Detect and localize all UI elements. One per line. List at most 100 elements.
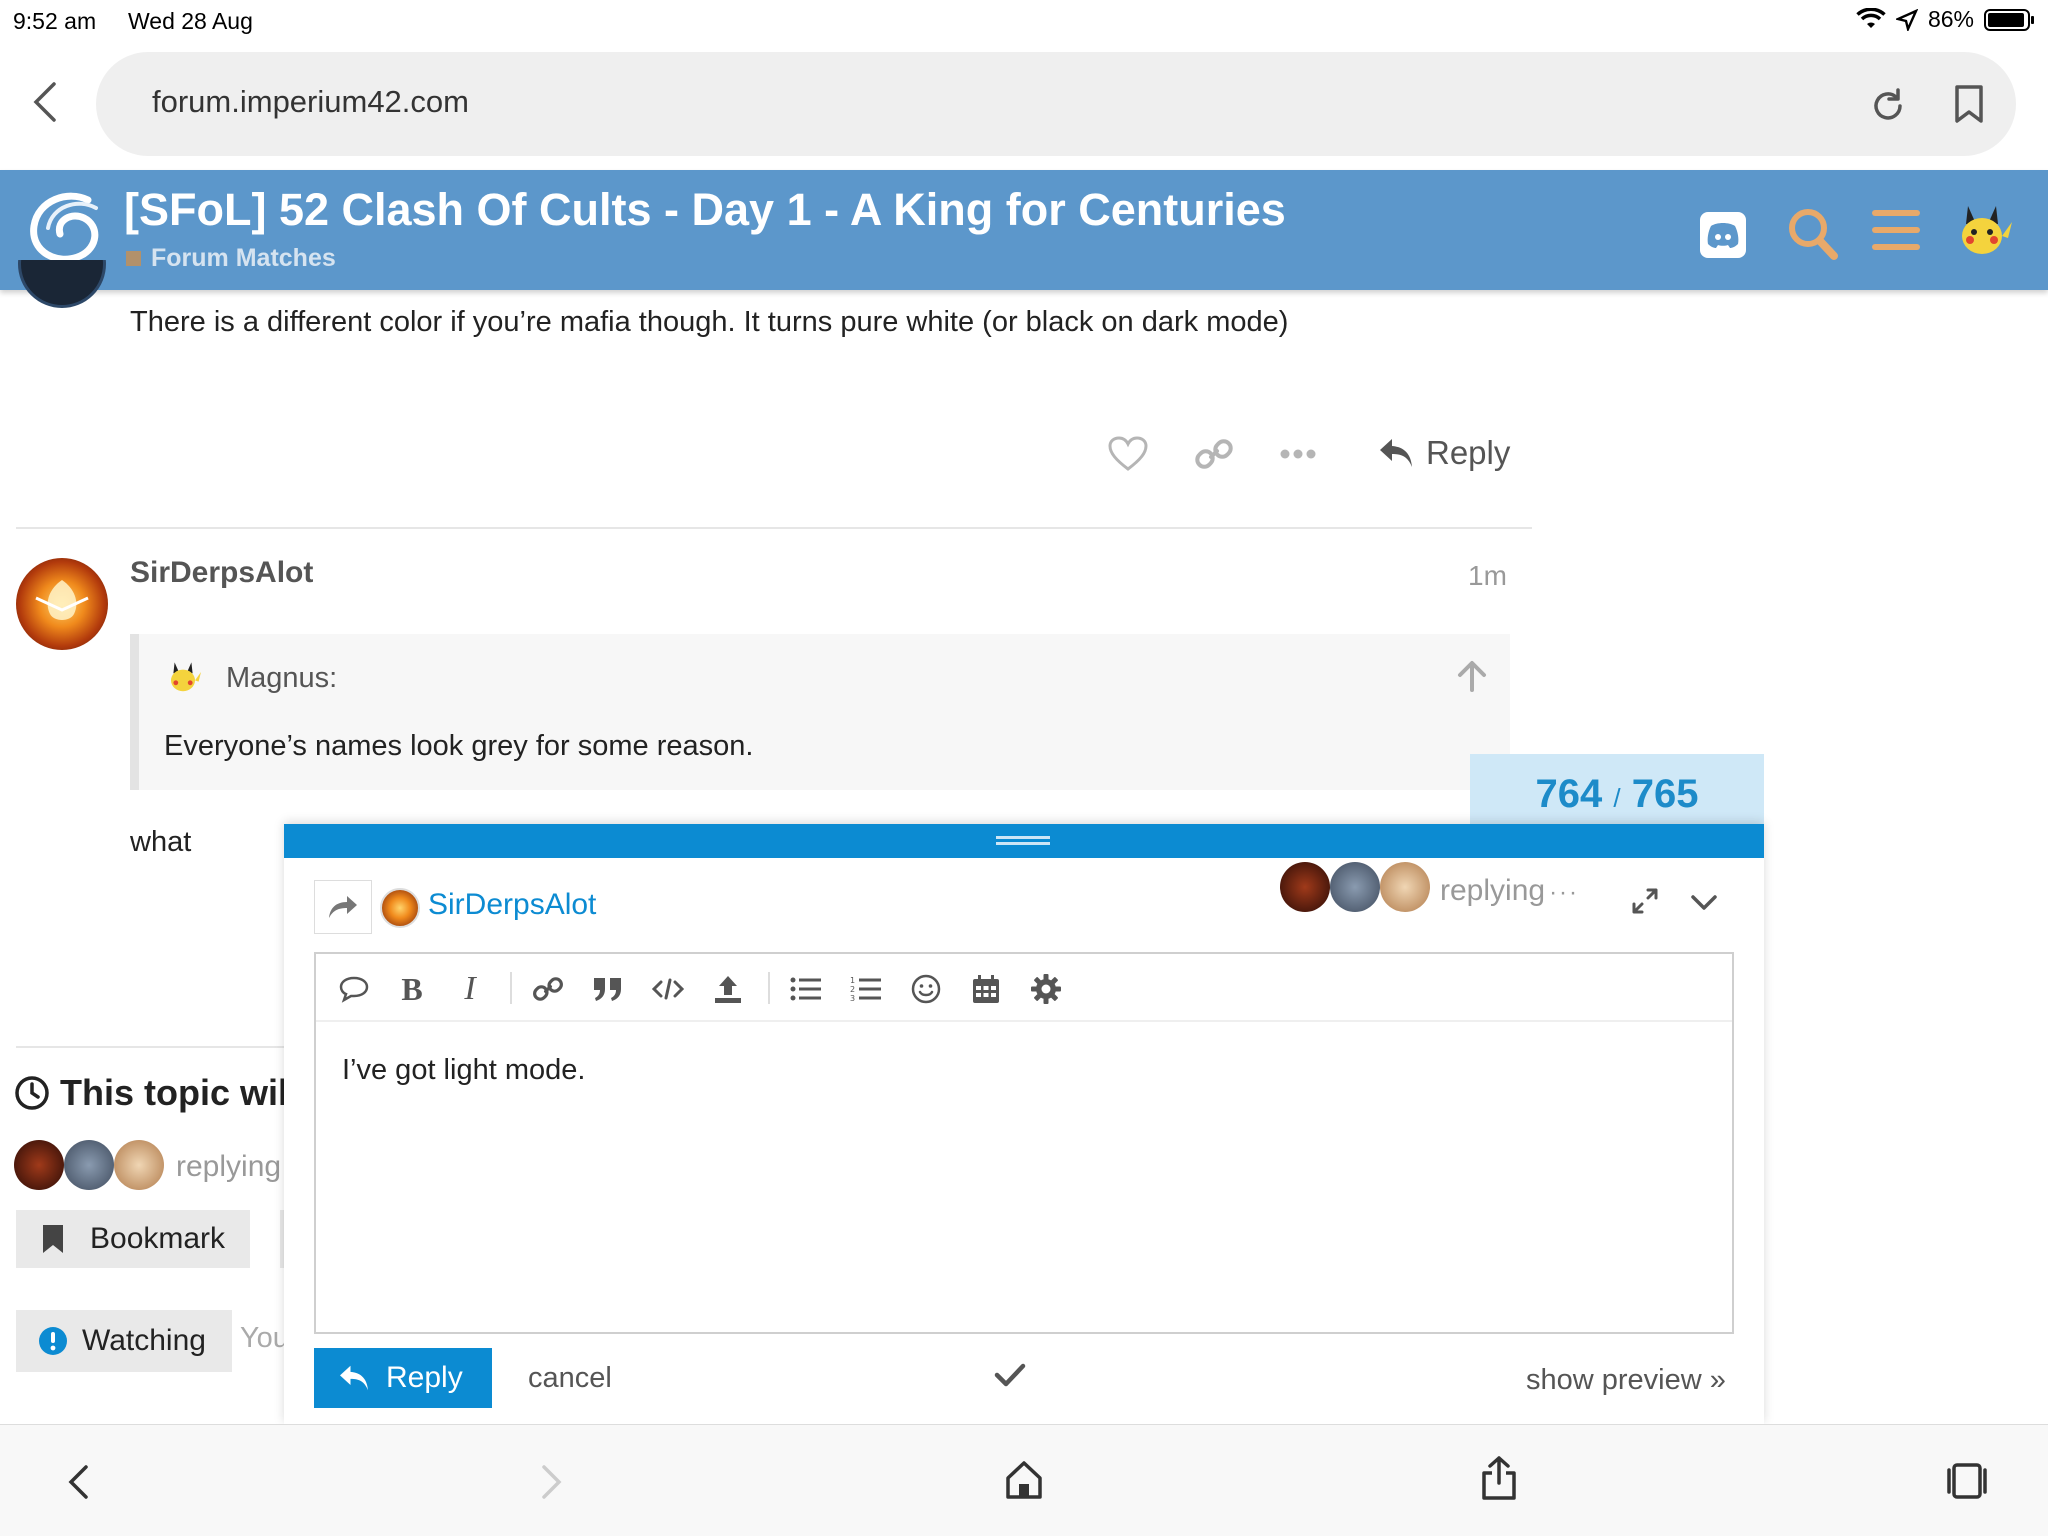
bookmark-icon [42,1224,64,1254]
upload-icon[interactable] [710,972,746,1006]
blockquote-icon[interactable] [590,972,626,1006]
toolbar-separator [510,972,512,1004]
quote-author: Magnus: [226,662,338,694]
replying-user-avatar [64,1140,114,1190]
quote-block: Magnus: Everyone’s names look grey for s… [130,634,1510,790]
topic-title[interactable]: [SFoL] 52 Clash Of Cults - Day 1 - A Kin… [124,184,1286,236]
toolbar-separator [768,972,770,1004]
status-bar: 9:52 am Wed 28 Aug 86% [0,0,2048,44]
reply-to-avatar [380,888,420,928]
topic-timer: This topic wil [14,1072,288,1114]
reply-label: Reply [1426,434,1511,471]
bold-icon[interactable]: B [394,971,430,1007]
post-author-name[interactable]: SirDerpsAlot [130,556,313,590]
quote-text: Everyone’s names look grey for some reas… [164,730,754,762]
svg-text:1: 1 [850,976,855,985]
share-link-icon[interactable] [1194,434,1234,474]
like-heart-icon[interactable] [1108,436,1148,472]
progress-total: 765 [1631,772,1699,816]
bookmark-label: Bookmark [90,1222,226,1255]
gear-icon[interactable] [1028,972,1064,1006]
more-actions-icon[interactable] [1280,448,1316,460]
replying-user-avatar [14,1140,64,1190]
composer-resize-grip[interactable] [284,824,1764,858]
status-right: 86% [1856,6,2036,33]
browser-bottom-toolbar [0,1424,2048,1536]
notification-level-button[interactable]: Watching [16,1310,232,1372]
replying-indicator: replying [176,1150,282,1183]
composer-replying-avatar [1330,862,1380,912]
category-name: Forum Matches [151,244,336,272]
quote-author-avatar [163,660,203,696]
bullet-list-icon[interactable] [788,972,824,1006]
share-icon[interactable] [1480,1455,1518,1501]
svg-text:2: 2 [850,985,855,994]
composer-replying-text: replying [1440,874,1546,907]
home-icon[interactable] [1004,1459,1044,1501]
numbered-list-icon[interactable]: 123 [848,972,884,1006]
clock-icon [14,1075,50,1111]
progress-count: 764 / 765 [1470,772,1764,817]
nav-forward-icon[interactable] [540,1463,564,1501]
nav-back-icon[interactable] [66,1463,90,1501]
calendar-icon[interactable] [968,972,1004,1006]
emoji-icon[interactable] [908,972,944,1006]
submit-reply-button[interactable]: Reply [314,1348,492,1408]
topic-header: [SFoL] 52 Clash Of Cults - Day 1 - A Kin… [0,170,2048,290]
user-avatar[interactable] [1950,202,2014,262]
expand-quote-up-icon[interactable] [1457,660,1487,692]
fullscreen-expand-icon[interactable] [1630,886,1660,916]
status-date: Wed 28 Aug [128,8,253,34]
svg-text:3: 3 [850,994,855,1003]
composer-replying-avatar [1280,862,1330,912]
reply-forward-icon [327,894,359,920]
previous-post-avatar[interactable] [18,260,106,312]
topic-progress[interactable]: 764 / 765 [1470,754,1764,832]
reply-action-button[interactable] [314,880,372,934]
address-bar[interactable]: forum.imperium42.com [96,52,2016,156]
bookmark-button[interactable]: Bookmark [16,1210,250,1268]
editor-area[interactable]: B I 123 I’ve got light mode. [314,952,1734,1334]
bookmark-page-icon[interactable] [1952,84,1986,124]
reply-arrow-icon [1378,437,1414,469]
composer-replying-avatar [1380,862,1430,912]
reply-button[interactable]: Reply [1378,434,1510,472]
url-text[interactable]: forum.imperium42.com [152,84,469,120]
search-icon[interactable] [1786,206,1838,260]
composer-replying-status: replying ··· [1440,874,1580,907]
discord-icon[interactable] [1700,212,1746,258]
cancel-link[interactable]: cancel [528,1362,612,1395]
location-icon [1895,8,1918,31]
code-icon[interactable] [650,972,686,1006]
wifi-icon [1856,7,1886,32]
browser-back-icon[interactable] [30,80,60,124]
reply-to-user[interactable]: SirDerpsAlot [428,888,596,922]
battery-percent: 86% [1927,6,1974,32]
footer-divider [16,1046,286,1048]
quote-bubble-icon[interactable] [336,972,372,1006]
submit-reply-icon [338,1364,370,1392]
post-author-avatar[interactable] [16,558,108,650]
status-time: 9:52 am [13,8,97,34]
replying-user-avatar [114,1140,164,1190]
show-preview-link[interactable]: show preview » [1526,1364,1726,1397]
progress-separator: / [1613,783,1621,813]
hamburger-menu-icon[interactable] [1872,208,1920,252]
reload-icon[interactable] [1868,86,1908,126]
progress-current: 764 [1535,772,1603,816]
reply-composer: SirDerpsAlot replying ··· B I 1 2 3 I’ve… [284,824,1764,1424]
notification-description: You [240,1322,289,1354]
editor-toolbar: B I 123 [316,954,1732,1022]
composer-textarea[interactable]: I’ve got light mode. [342,1054,585,1087]
post-divider [16,527,1532,529]
category-color-badge [126,251,141,266]
post-timestamp[interactable]: 1m [1468,560,1507,592]
submit-reply-label: Reply [386,1361,463,1394]
tabs-icon[interactable] [1946,1461,1988,1501]
saved-checkmark-icon [994,1362,1026,1388]
link-icon[interactable] [530,972,566,1006]
category-link[interactable]: Forum Matches [126,244,336,273]
battery-icon [1984,8,2036,32]
italic-icon[interactable]: I [452,970,488,1007]
collapse-chevron-icon[interactable] [1690,894,1718,912]
